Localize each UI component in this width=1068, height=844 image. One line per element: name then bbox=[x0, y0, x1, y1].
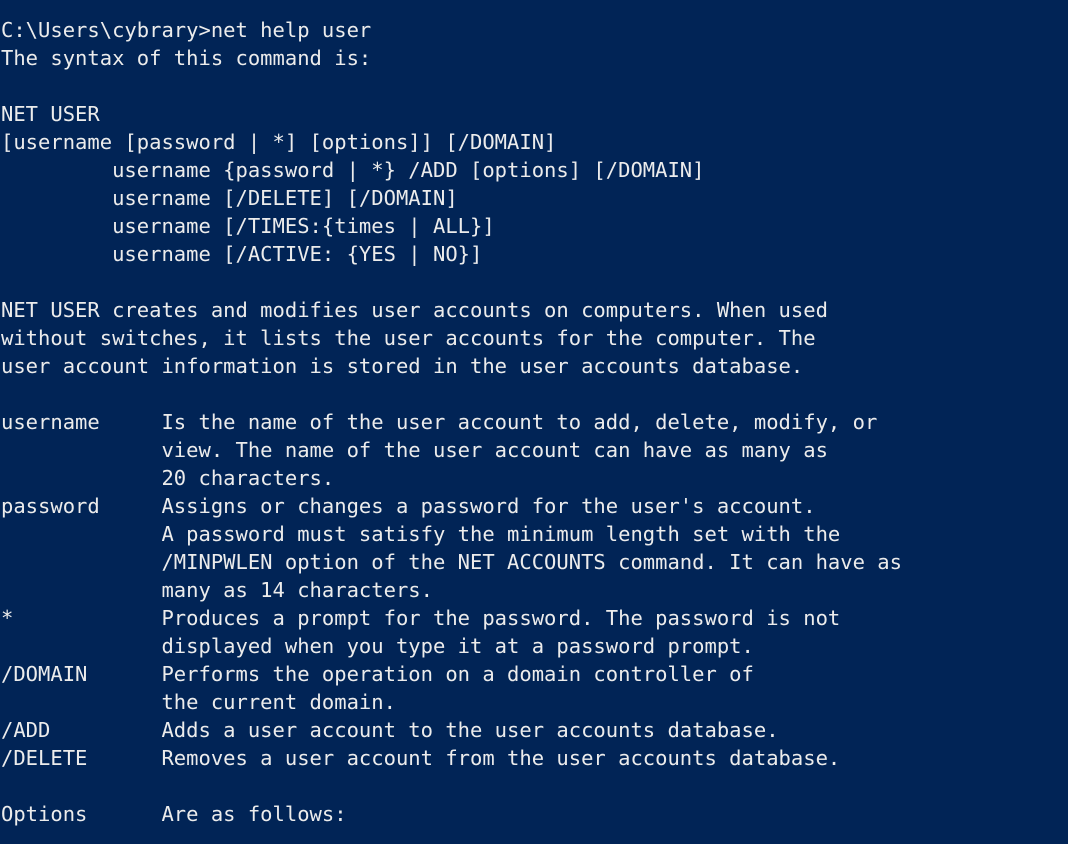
console-line: view. The name of the user account can h… bbox=[1, 438, 828, 462]
console-line: The syntax of this command is: bbox=[1, 46, 372, 70]
console-line: /MINPWLEN option of the NET ACCOUNTS com… bbox=[1, 550, 902, 574]
console-line: NET USER creates and modifies user accou… bbox=[1, 298, 828, 322]
console-line: /DOMAIN Performs the operation on a doma… bbox=[1, 662, 754, 686]
console-line: many as 14 characters. bbox=[1, 578, 433, 602]
console-line: /ADD Adds a user account to the user acc… bbox=[1, 718, 779, 742]
console-line: username [/ACTIVE: {YES | NO}] bbox=[1, 242, 483, 266]
console-line: user account information is stored in th… bbox=[1, 354, 804, 378]
console-line: 20 characters. bbox=[1, 466, 335, 490]
console-line: the current domain. bbox=[1, 690, 396, 714]
console-line: username [/TIMES:{times | ALL}] bbox=[1, 214, 495, 238]
console-line: C:\Users\cybrary>net help user bbox=[1, 18, 372, 42]
console-line: Options Are as follows: bbox=[1, 802, 347, 826]
console-line: /DELETE Removes a user account from the … bbox=[1, 746, 841, 770]
console-line: username Is the name of the user account… bbox=[1, 410, 878, 434]
console-line: A password must satisfy the minimum leng… bbox=[1, 522, 841, 546]
console-line: without switches, it lists the user acco… bbox=[1, 326, 816, 350]
console-output[interactable]: C:\Users\cybrary>net help user The syntax… bbox=[0, 0, 1068, 828]
console-line: [username [password | *] [options]] [/DO… bbox=[1, 130, 557, 154]
console-line: * Produces a prompt for the password. Th… bbox=[1, 606, 841, 630]
console-line: password Assigns or changes a password f… bbox=[1, 494, 816, 518]
console-line: username [/DELETE] [/DOMAIN] bbox=[1, 186, 458, 210]
console-line: username {password | *} /ADD [options] [… bbox=[1, 158, 705, 182]
console-line: NET USER bbox=[1, 102, 100, 126]
console-line: displayed when you type it at a password… bbox=[1, 634, 754, 658]
console-window[interactable]: C:\Users\cybrary>net help user The syntax… bbox=[0, 0, 1068, 844]
